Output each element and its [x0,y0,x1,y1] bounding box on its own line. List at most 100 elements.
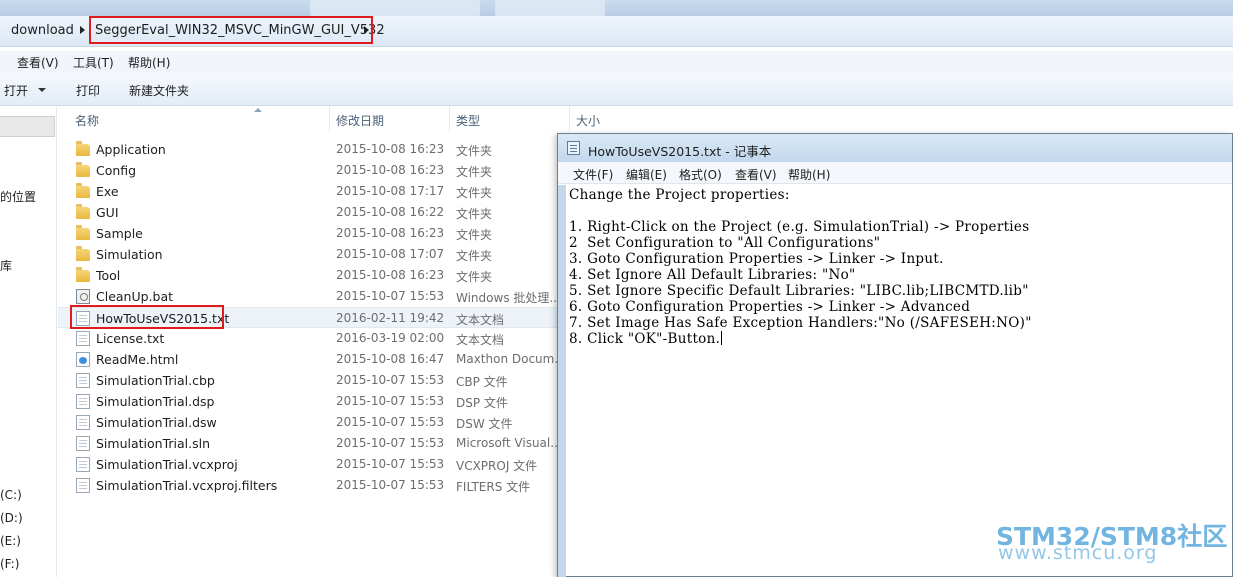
column-header-size[interactable]: 大小 [576,112,600,129]
column-divider[interactable] [329,107,330,131]
file-type: VCXPROJ 文件 [456,459,538,473]
file-row[interactable]: License.txt 2016-03-19 02:00 文本文档 [58,328,558,349]
notepad-title-bar[interactable]: HowToUseVS2015.txt - 记事本 [558,134,1232,162]
column-header-type[interactable]: 类型 [456,112,480,129]
file-type: 文本文档 [456,313,505,327]
text-line-content: 8. Click "OK"-Button. [569,331,721,347]
notepad-icon [567,141,580,155]
file-row[interactable]: SimulationTrial.vcxproj.filters 2015-10-0… [58,475,558,496]
menu-bar: 查看(V) 工具(T) 帮助(H) [0,51,1233,73]
text-caret [721,331,723,345]
folder-icon [76,246,90,261]
breadcrumb-chevron-icon[interactable] [80,26,85,34]
file-type: 文件夹 [456,165,493,179]
print-button[interactable]: 打印 [76,82,100,99]
file-name: SimulationTrial.vcxproj [96,457,238,472]
address-bar[interactable]: download SeggerEval_WIN32_MSVC_MinGW_GUI… [0,16,1233,47]
nav-item-drive-f[interactable]: (F:) [0,557,19,571]
open-dropdown-chevron-icon[interactable] [38,88,46,92]
file-date: 2015-10-08 16:47 [336,352,445,366]
column-header-date[interactable]: 修改日期 [336,112,384,129]
breadcrumb-item-download[interactable]: download [11,23,74,38]
file-type: DSW 文件 [456,417,513,431]
html-file-icon [76,352,90,367]
nav-item-drive-c[interactable]: (C:) [0,488,22,502]
file-name: Application [96,142,166,157]
file-type: CBP 文件 [456,375,508,389]
file-name: Sample [96,226,143,241]
menu-help[interactable]: 帮助(H) [128,54,170,71]
file-date: 2015-10-07 15:53 [336,457,445,471]
new-folder-button[interactable]: 新建文件夹 [129,82,189,99]
file-date: 2015-10-07 15:53 [336,478,445,492]
file-date: 2015-10-07 15:53 [336,436,445,450]
column-headers: 名称 修改日期 类型 大小 [58,107,658,131]
file-type: Windows 批处理... [456,291,561,305]
file-row[interactable]: Sample 2015-10-08 16:23 文件夹 [58,223,558,244]
file-name: Exe [96,184,119,199]
text-line: 7. Set Image Has Safe Exception Handlers… [569,315,1032,331]
highlight-box [70,305,224,329]
file-row[interactable]: Tool 2015-10-08 16:23 文件夹 [58,265,558,286]
blurred-tab[interactable] [310,0,480,16]
file-type: Microsoft Visual... [456,436,562,450]
notepad-menu-file[interactable]: 文件(F) [573,166,613,183]
text-line: 3. Goto Configuration Properties -> Link… [569,251,944,267]
notepad-title: HowToUseVS2015.txt - 记事本 [588,144,772,159]
notepad-menu-help[interactable]: 帮助(H) [788,166,830,183]
file-date: 2015-10-08 16:23 [336,226,445,240]
menu-tools[interactable]: 工具(T) [73,54,114,71]
file-row[interactable]: SimulationTrial.vcxproj 2015-10-07 15:53 V… [58,454,558,475]
nav-item-drive-e[interactable]: (E:) [0,534,21,548]
file-row[interactable]: ReadMe.html 2015-10-08 16:47 Maxthon Docum… [58,349,566,370]
file-row[interactable]: SimulationTrial.cbp 2015-10-07 15:53 CBP 文… [58,370,558,391]
text-line: 2 Set Configuration to "All Configuratio… [569,235,881,251]
file-type: 文件夹 [456,144,493,158]
file-icon [76,373,90,388]
nav-item-libraries[interactable]: 库 [0,257,12,274]
file-row[interactable]: GUI 2015-10-08 16:22 文件夹 [58,202,558,223]
file-row[interactable]: SimulationTrial.sln 2015-10-07 15:53 Micro… [58,433,562,454]
notepad-menu-view[interactable]: 查看(V) [735,166,777,183]
file-row[interactable]: Config 2015-10-08 16:23 文件夹 [58,160,558,181]
menu-view[interactable]: 查看(V) [17,54,59,71]
file-name: Tool [96,268,121,283]
column-divider[interactable] [449,107,450,131]
file-name: Simulation [96,247,163,262]
column-header-name[interactable]: 名称 [75,112,99,129]
file-date: 2015-10-08 16:23 [336,163,445,177]
folder-icon [76,162,90,177]
notepad-menu-edit[interactable]: 编辑(E) [626,166,667,183]
file-icon [76,415,90,430]
file-type: FILTERS 文件 [456,480,531,494]
nav-selected-item[interactable] [0,116,55,137]
file-icon [76,436,90,451]
file-row[interactable]: CleanUp.bat 2015-10-07 15:53 Windows 批处理..… [58,286,561,307]
notepad-menu-format[interactable]: 格式(O) [679,166,722,183]
watermark-url: www.stmcu.org [998,542,1158,564]
file-type: DSP 文件 [456,396,508,410]
highlight-box [89,16,373,44]
folder-icon [76,141,90,156]
file-row[interactable]: Application 2015-10-08 16:23 文件夹 [58,139,558,160]
folder-icon [76,204,90,219]
nav-item-locations[interactable]: 的位置 [0,188,36,205]
file-row[interactable]: SimulationTrial.dsp 2015-10-07 15:53 DSP 文… [58,391,558,412]
file-row[interactable]: Simulation 2015-10-08 17:07 文件夹 [58,244,558,265]
open-button[interactable]: 打开 [4,82,28,99]
blurred-tab[interactable] [495,0,605,16]
file-name: CleanUp.bat [96,289,174,304]
file-name: GUI [96,205,119,220]
folder-icon [76,183,90,198]
nav-item-drive-d[interactable]: (D:) [0,511,23,525]
file-date: 2015-10-08 17:17 [336,184,445,198]
file-row[interactable]: Exe 2015-10-08 17:17 文件夹 [58,181,558,202]
file-name: License.txt [96,331,165,346]
file-name: SimulationTrial.vcxproj.filters [96,478,278,493]
file-type: 文件夹 [456,228,493,242]
file-row[interactable]: SimulationTrial.dsw 2015-10-07 15:53 DSW 文… [58,412,558,433]
column-divider[interactable] [569,107,570,131]
file-icon [76,457,90,472]
taskbar-strip [0,0,1233,16]
text-file-icon [76,331,90,346]
